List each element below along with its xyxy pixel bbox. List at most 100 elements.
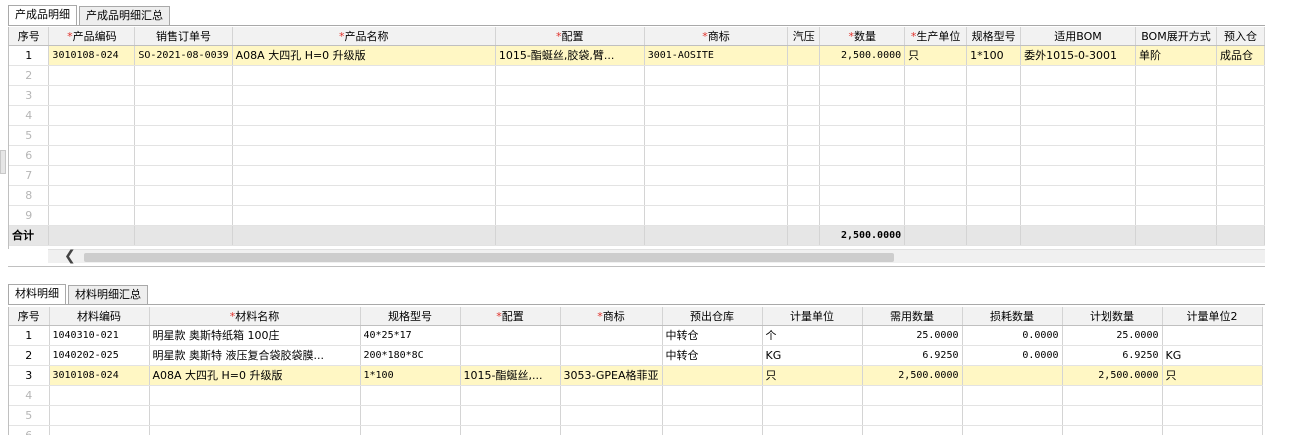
table-cell[interactable] xyxy=(1135,145,1217,166)
table-cell[interactable] xyxy=(1162,425,1263,435)
table-cell[interactable] xyxy=(1020,105,1136,126)
table-cell[interactable] xyxy=(644,105,789,126)
table-cell[interactable]: 委外1015-0-3001 xyxy=(1020,45,1136,66)
table-cell[interactable] xyxy=(644,145,789,166)
table-cell[interactable] xyxy=(134,145,233,166)
table-cell[interactable] xyxy=(495,105,645,126)
header-cell[interactable]: 销售订单号 xyxy=(134,27,233,46)
table-cell[interactable]: 2,500.0000 xyxy=(819,45,906,66)
header-cell[interactable]: 序号 xyxy=(9,27,50,46)
table-cell[interactable] xyxy=(644,205,789,226)
table-cell[interactable] xyxy=(48,105,136,126)
table-row[interactable]: 1 1040310-021 明星款 奥斯特纸箱 100庄 40*25*17 中转仓个 25… xyxy=(9,325,1263,346)
table-cell[interactable] xyxy=(1135,105,1217,126)
table-cell[interactable] xyxy=(134,65,233,86)
table-cell[interactable]: 1040310-021 xyxy=(49,325,150,346)
table-cell[interactable] xyxy=(762,385,863,406)
table-row[interactable]: 2 xyxy=(9,65,1265,86)
table-cell[interactable]: 明星款 奥斯特 液压复合袋胶袋膜... xyxy=(149,345,361,366)
table-cell[interactable] xyxy=(644,125,789,146)
table-cell[interactable] xyxy=(787,165,821,186)
table-cell[interactable] xyxy=(48,65,136,86)
table-cell[interactable] xyxy=(460,385,561,406)
table-cell[interactable] xyxy=(862,425,963,435)
table-cell[interactable] xyxy=(966,165,1022,186)
table-cell[interactable] xyxy=(1020,85,1136,106)
table-cell[interactable]: 25.0000 xyxy=(1062,325,1163,346)
table-cell[interactable] xyxy=(495,145,645,166)
table-row[interactable]: 5 xyxy=(9,405,1263,426)
table-cell[interactable] xyxy=(819,125,906,146)
table-cell[interactable] xyxy=(460,425,561,435)
tab-product-detail[interactable]: 产成品明细 xyxy=(8,5,77,25)
table-cell[interactable]: 单阶 xyxy=(1135,45,1217,66)
header-cell[interactable]: *商标 xyxy=(644,27,789,46)
table-cell[interactable] xyxy=(787,85,821,106)
table-cell[interactable] xyxy=(134,105,233,126)
table-cell[interactable] xyxy=(1162,325,1263,346)
table-cell[interactable] xyxy=(904,85,968,106)
table-cell[interactable]: 3010108-024 xyxy=(48,45,136,66)
table-cell[interactable] xyxy=(904,105,968,126)
table-cell[interactable] xyxy=(1062,385,1163,406)
table-cell[interactable] xyxy=(495,65,645,86)
table-cell[interactable] xyxy=(560,405,663,426)
table-cell[interactable] xyxy=(862,385,963,406)
table-cell[interactable]: A08A 大四孔 H=0 升级版 xyxy=(149,365,361,386)
table-cell[interactable]: SO-2021-08-0039 xyxy=(134,45,233,66)
header-cell[interactable]: 预出仓库 xyxy=(662,307,763,326)
header-cell[interactable]: 适用BOM xyxy=(1020,27,1136,46)
table-cell[interactable] xyxy=(460,325,561,346)
table-cell[interactable] xyxy=(966,125,1022,146)
table-cell[interactable] xyxy=(360,385,461,406)
table-cell[interactable]: 3010108-024 xyxy=(49,365,150,386)
table-cell[interactable] xyxy=(1216,105,1265,126)
table-cell[interactable]: A08A 大四孔 H=0 升级版 xyxy=(232,45,496,66)
table-cell[interactable] xyxy=(232,65,496,86)
table-cell[interactable]: 200*180*8C xyxy=(360,345,461,366)
table-cell[interactable] xyxy=(819,165,906,186)
table-cell[interactable] xyxy=(495,125,645,146)
table-cell[interactable] xyxy=(787,205,821,226)
table-cell[interactable]: 中转仓 xyxy=(662,325,763,346)
table-cell[interactable] xyxy=(966,145,1022,166)
table-cell[interactable] xyxy=(360,425,461,435)
table-cell[interactable] xyxy=(762,405,863,426)
table-cell[interactable]: KG xyxy=(762,345,863,366)
table-cell[interactable] xyxy=(904,145,968,166)
table-cell[interactable] xyxy=(49,425,150,435)
table-cell[interactable]: 2 xyxy=(9,345,50,366)
table-cell[interactable] xyxy=(644,65,789,86)
table-cell[interactable]: 个 xyxy=(762,325,863,346)
table-row[interactable]: 8 xyxy=(9,185,1265,206)
table-cell[interactable] xyxy=(966,85,1022,106)
table-cell[interactable] xyxy=(232,205,496,226)
table-cell[interactable] xyxy=(495,85,645,106)
table-cell[interactable] xyxy=(1162,385,1263,406)
table-cell[interactable] xyxy=(149,385,361,406)
table-cell[interactable] xyxy=(819,205,906,226)
table-cell[interactable] xyxy=(48,185,136,206)
table-cell[interactable] xyxy=(232,165,496,186)
table-cell[interactable]: 3 xyxy=(9,365,50,386)
header-cell[interactable]: 规格型号 xyxy=(966,27,1022,46)
table-cell[interactable] xyxy=(134,165,233,186)
header-cell[interactable]: *材料名称 xyxy=(149,307,361,326)
table-cell[interactable] xyxy=(966,185,1022,206)
table-cell[interactable]: 1 xyxy=(9,45,50,66)
table-cell[interactable] xyxy=(904,165,968,186)
table-cell[interactable] xyxy=(862,405,963,426)
table-cell[interactable] xyxy=(360,405,461,426)
table-cell[interactable] xyxy=(904,205,968,226)
table-cell[interactable] xyxy=(966,65,1022,86)
table-cell[interactable] xyxy=(662,365,763,386)
header-cell[interactable]: BOM展开方式 xyxy=(1135,27,1217,46)
table-cell[interactable] xyxy=(644,85,789,106)
table-row[interactable]: 4 xyxy=(9,385,1263,406)
table-cell[interactable] xyxy=(662,425,763,435)
header-cell[interactable]: 序号 xyxy=(9,307,50,326)
table-cell[interactable] xyxy=(1020,65,1136,86)
table-cell[interactable] xyxy=(1135,205,1217,226)
table-cell[interactable]: KG xyxy=(1162,345,1263,366)
table-cell[interactable]: 1*100 xyxy=(360,365,461,386)
